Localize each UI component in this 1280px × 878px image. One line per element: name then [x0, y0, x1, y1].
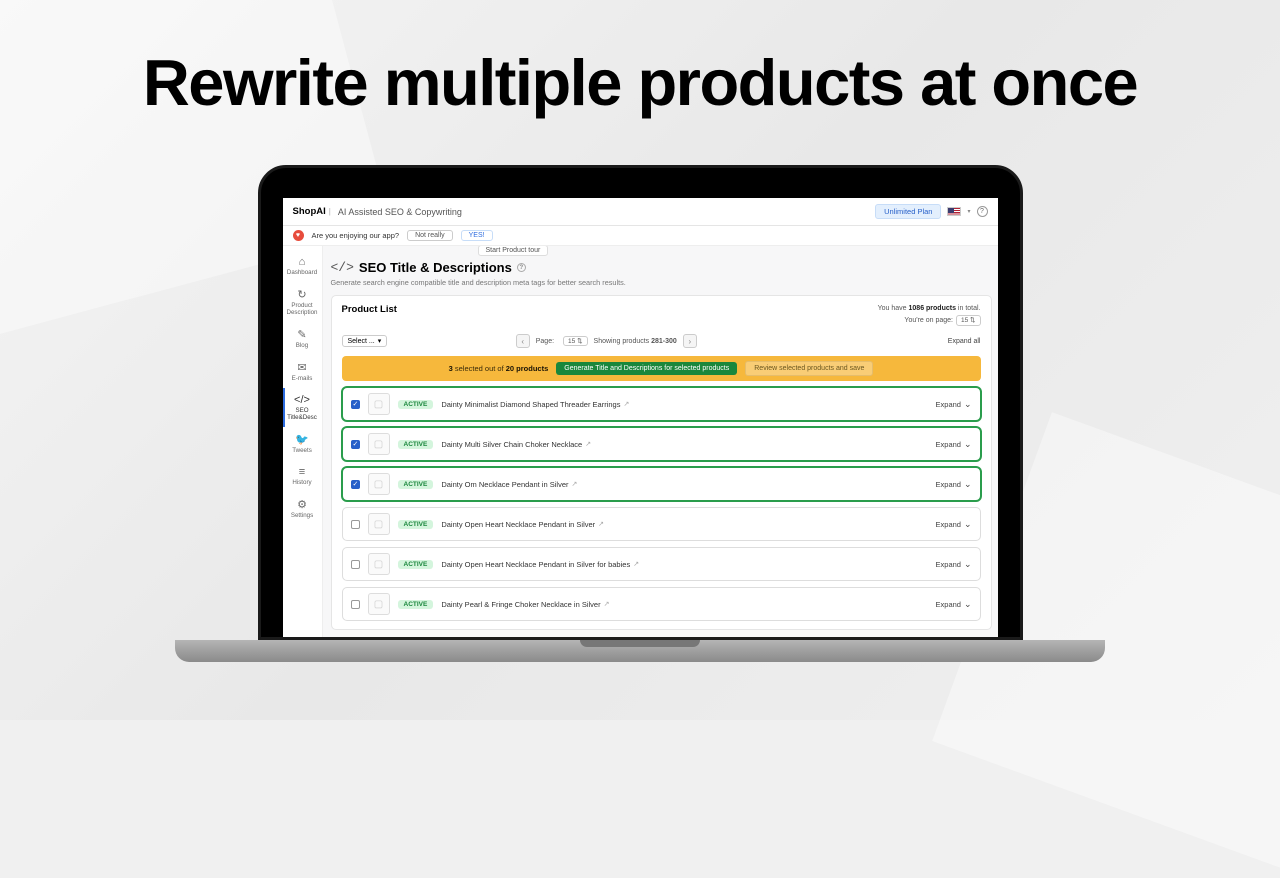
code-icon: </> — [285, 394, 320, 406]
product-thumbnail: ▢ — [368, 553, 390, 575]
feedback-bar: ♥ Are you enjoying our app? Not really Y… — [283, 226, 998, 246]
product-thumbnail: ▢ — [368, 433, 390, 455]
yes-button[interactable]: YES! — [461, 230, 493, 241]
sidebar: ⌂Dashboard ↻Product Description ✎Blog ✉E… — [283, 246, 323, 637]
heart-icon: ♥ — [293, 230, 304, 241]
page-description: Generate search engine compatible title … — [331, 278, 992, 287]
checkbox[interactable] — [351, 560, 360, 569]
chevron-down-icon: ⌄ — [964, 399, 972, 410]
status-badge: ACTIVE — [398, 400, 434, 409]
checkbox[interactable] — [351, 520, 360, 529]
product-row[interactable]: ▢ ACTIVE Dainty Pearl & Fringe Choker Neck… — [342, 587, 981, 621]
card-title: Product List — [342, 304, 397, 315]
generate-button[interactable]: Generate Title and Descriptions for sele… — [556, 362, 737, 375]
chevron-down-icon: ⌄ — [964, 479, 972, 490]
expand-all-button[interactable]: Expand all — [948, 338, 981, 345]
product-row[interactable]: ▢ ACTIVE Dainty Open Heart Necklace Pendan… — [342, 547, 981, 581]
product-row[interactable]: ▢ ACTIVE Dainty Open Heart Necklace Pendan… — [342, 507, 981, 541]
gear-icon: ⚙ — [285, 498, 320, 511]
chevron-down-icon[interactable]: ▾ — [967, 208, 970, 215]
laptop-mockup: ShopAI | AI Assisted SEO & Copywriting U… — [175, 165, 1105, 695]
expand-button[interactable]: Expand ⌄ — [936, 479, 972, 490]
mail-icon: ✉ — [285, 361, 320, 374]
marketing-headline: Rewrite multiple products at once — [0, 0, 1280, 140]
nav-dashboard[interactable]: ⌂Dashboard — [283, 250, 322, 282]
start-tour-button[interactable]: Start Product tour — [478, 246, 549, 256]
nav-history[interactable]: ≡History — [283, 460, 322, 492]
info-icon[interactable]: ? — [517, 263, 526, 272]
external-link-icon[interactable]: ↗ — [585, 440, 591, 448]
external-link-icon[interactable]: ↗ — [623, 400, 629, 408]
page-title: </> SEO Title & Descriptions ? — [331, 260, 992, 275]
nav-settings[interactable]: ⚙Settings — [283, 492, 322, 525]
status-badge: ACTIVE — [398, 480, 434, 489]
product-row[interactable]: ▢ ACTIVE Dainty Om Necklace Pendant in Sil… — [342, 467, 981, 501]
product-name: Dainty Open Heart Necklace Pendant in Si… — [441, 560, 630, 569]
chevron-down-icon: ⌄ — [964, 559, 972, 570]
product-name: Dainty Multi Silver Chain Choker Necklac… — [441, 440, 582, 449]
external-link-icon[interactable]: ↗ — [571, 480, 577, 488]
product-stats: You have 1086 products in total. You're … — [878, 304, 981, 326]
product-name: Dainty Open Heart Necklace Pendant in Si… — [441, 520, 595, 529]
nav-blog[interactable]: ✎Blog — [283, 322, 322, 355]
product-thumbnail: ▢ — [368, 393, 390, 415]
nav-seo-title-desc[interactable]: </>SEO Title&Desc — [283, 388, 322, 427]
expand-button[interactable]: Expand ⌄ — [936, 559, 972, 570]
code-icon: </> — [331, 260, 354, 275]
checkbox[interactable] — [351, 400, 360, 409]
expand-button[interactable]: Expand ⌄ — [936, 439, 972, 450]
refresh-icon: ↻ — [285, 288, 320, 301]
external-link-icon[interactable]: ↗ — [604, 600, 610, 608]
nav-emails[interactable]: ✉E-mails — [283, 355, 322, 388]
app-subtitle: AI Assisted SEO & Copywriting — [338, 207, 462, 217]
status-badge: ACTIVE — [398, 440, 434, 449]
product-thumbnail: ▢ — [368, 473, 390, 495]
not-really-button[interactable]: Not really — [407, 230, 453, 241]
app-logo: ShopAI — [293, 206, 326, 217]
plan-badge[interactable]: Unlimited Plan — [875, 204, 941, 219]
chevron-down-icon: ⌄ — [964, 439, 972, 450]
help-icon[interactable]: ? — [977, 206, 988, 217]
status-badge: ACTIVE — [398, 560, 434, 569]
flag-us-icon[interactable] — [947, 207, 961, 216]
expand-button[interactable]: Expand ⌄ — [936, 519, 972, 530]
next-page-button[interactable]: › — [683, 334, 697, 348]
product-thumbnail: ▢ — [368, 593, 390, 615]
checkbox[interactable] — [351, 480, 360, 489]
product-name: Dainty Minimalist Diamond Shaped Threade… — [441, 400, 620, 409]
page-stepper[interactable]: 15 ⇅ — [956, 315, 981, 327]
external-link-icon[interactable]: ↗ — [633, 560, 639, 568]
product-row[interactable]: ▢ ACTIVE Dainty Multi Silver Chain Choker … — [342, 427, 981, 461]
feedback-question: Are you enjoying our app? — [312, 231, 400, 240]
app-header: ShopAI | AI Assisted SEO & Copywriting U… — [283, 198, 998, 226]
page-number-input[interactable]: 15 ⇅ — [563, 336, 588, 346]
checkbox[interactable] — [351, 440, 360, 449]
home-icon: ⌂ — [285, 256, 320, 268]
list-icon: ≡ — [285, 466, 320, 478]
nav-product-description[interactable]: ↻Product Description — [283, 282, 322, 322]
twitter-icon: 🐦 — [285, 433, 320, 446]
prev-page-button[interactable]: ‹ — [516, 334, 530, 348]
product-thumbnail: ▢ — [368, 513, 390, 535]
external-link-icon[interactable]: ↗ — [598, 520, 604, 528]
chevron-down-icon: ⌄ — [964, 599, 972, 610]
nav-tweets[interactable]: 🐦Tweets — [283, 427, 322, 460]
selection-action-bar: 3 selected out of 20 products Generate T… — [342, 356, 981, 381]
chevron-down-icon: ⌄ — [964, 519, 972, 530]
review-save-button[interactable]: Review selected products and save — [745, 361, 873, 376]
expand-button[interactable]: Expand ⌄ — [936, 599, 972, 610]
checkbox[interactable] — [351, 600, 360, 609]
product-name: Dainty Pearl & Fringe Choker Necklace in… — [441, 600, 600, 609]
select-dropdown[interactable]: Select ...▾ — [342, 335, 388, 347]
chevron-down-icon: ▾ — [378, 337, 382, 345]
product-name: Dainty Om Necklace Pendant in Silver — [441, 480, 568, 489]
product-list-card: Product List You have 1086 products in t… — [331, 295, 992, 630]
status-badge: ACTIVE — [398, 600, 434, 609]
edit-icon: ✎ — [285, 328, 320, 341]
status-badge: ACTIVE — [398, 520, 434, 529]
expand-button[interactable]: Expand ⌄ — [936, 399, 972, 410]
product-row[interactable]: ▢ ACTIVE Dainty Minimalist Diamond Shaped … — [342, 387, 981, 421]
